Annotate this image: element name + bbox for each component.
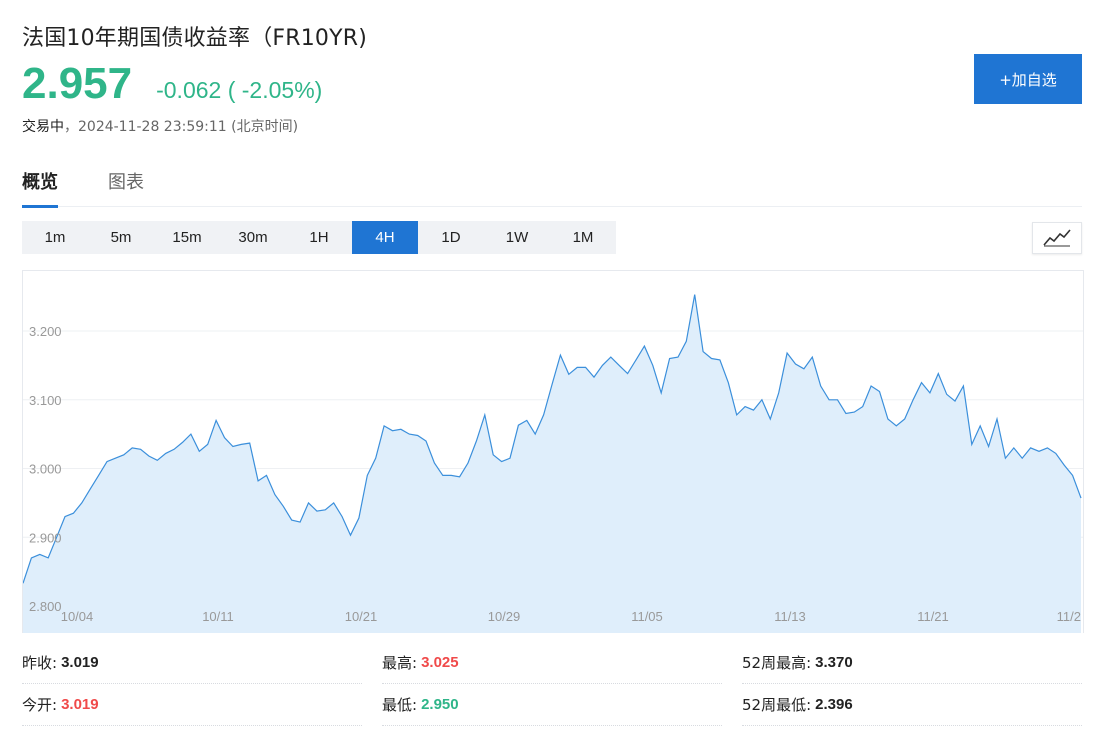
x-tick-label: 10/04 [61, 609, 94, 624]
stat-52w-low: 52周最低: 2.396 [742, 684, 1082, 726]
period-1w[interactable]: 1W [484, 221, 550, 254]
stat-52w-high: 52周最高: 3.370 [742, 642, 1082, 684]
stat-high: 最高: 3.025 [382, 642, 722, 684]
period-4h[interactable]: 4H [352, 221, 418, 254]
stat-label: 昨收: [22, 654, 58, 672]
period-5m[interactable]: 5m [88, 221, 154, 254]
x-tick-label: 10/21 [345, 609, 378, 624]
stat-value: 3.370 [815, 654, 853, 671]
y-tick-label: 3.000 [29, 462, 62, 477]
stat-label: 最低: [382, 696, 418, 714]
stat-value: 2.950 [421, 696, 459, 713]
y-tick-label: 2.900 [29, 530, 62, 545]
x-tick-label: 10/29 [488, 609, 521, 624]
period-15m[interactable]: 15m [154, 221, 220, 254]
period-30m[interactable]: 30m [220, 221, 286, 254]
stat-label: 今开: [22, 696, 58, 714]
period-1m[interactable]: 1m [22, 221, 88, 254]
price-change: -0.062 ( -2.05%) [156, 77, 323, 103]
y-tick-label: 3.200 [29, 324, 62, 339]
timestamp: 2024-11-28 23:59:11 (北京时间) [78, 119, 299, 135]
period-1h[interactable]: 1H [286, 221, 352, 254]
page-title: 法国10年期国债收益率（FR10YR) [22, 26, 368, 51]
trading-status: 交易中 [22, 119, 64, 135]
stat-value: 3.025 [421, 654, 459, 671]
chart-type-button[interactable] [1032, 222, 1082, 254]
tab-overview[interactable]: 概览 [22, 168, 58, 208]
y-tick-label: 3.100 [29, 393, 62, 408]
stat-label: 52周最高: [742, 654, 812, 672]
period-1d[interactable]: 1D [418, 221, 484, 254]
period-1mo[interactable]: 1M [550, 221, 616, 254]
chart-area-fill [23, 294, 1081, 633]
stat-value: 2.396 [815, 696, 853, 713]
y-tick-label: 2.800 [29, 599, 62, 614]
stat-value: 3.019 [61, 654, 99, 671]
x-tick-label: 11/13 [774, 609, 806, 624]
stat-label: 52周最低: [742, 696, 812, 714]
stat-low: 最低: 2.950 [382, 684, 722, 726]
tab-bar: 概览 图表 [22, 168, 1082, 208]
price-row: 2.957 -0.062 ( -2.05%) [22, 62, 322, 106]
add-watchlist-button[interactable]: +加自选 [974, 54, 1082, 104]
chart-svg: 3.200 3.100 3.000 2.900 2.80010/04 10/11 10/21… [23, 294, 1083, 633]
stat-open: 今开: 3.019 [22, 684, 362, 726]
stat-label: 最高: [382, 654, 418, 672]
x-tick-label: 11/21 [917, 609, 949, 624]
line-chart-icon [1043, 229, 1071, 247]
price-chart[interactable]: 3.200 3.100 3.000 2.900 2.800 10/04 10/11 10/21… [22, 270, 1084, 633]
x-tick-label: 11/05 [631, 609, 663, 624]
tab-chart[interactable]: 图表 [108, 168, 144, 205]
x-tick-label: 10/11 [202, 609, 234, 624]
sep-comma: ， [64, 119, 78, 135]
period-selector: 1m 5m 15m 30m 1H 4H 1D 1W 1M [22, 221, 616, 254]
stat-value: 3.019 [61, 696, 99, 713]
current-price: 2.957 [22, 59, 133, 108]
stat-prev-close: 昨收: 3.019 [22, 642, 362, 684]
x-tick-label: 11/2 [1057, 609, 1081, 624]
trading-status-row: 交易中，2024-11-28 23:59:11 (北京时间) [22, 116, 298, 136]
